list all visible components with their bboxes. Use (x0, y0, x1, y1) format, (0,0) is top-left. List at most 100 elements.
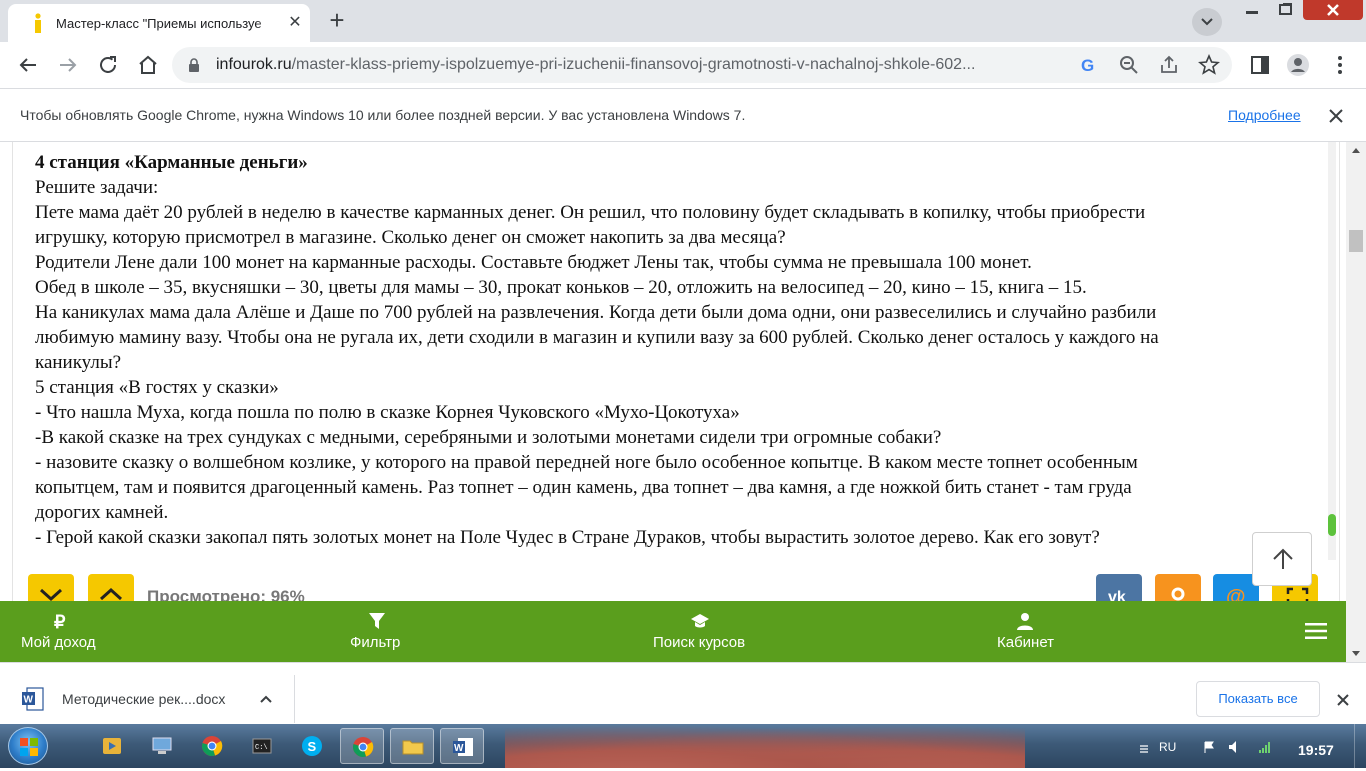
language-indicator[interactable]: RU (1159, 740, 1176, 754)
doc-line: - Что нашла Муха, когда пошла по полю в … (35, 402, 740, 423)
page-down-button[interactable] (28, 574, 74, 604)
scroll-to-top-button[interactable] (1252, 532, 1312, 586)
reload-icon[interactable] (96, 53, 120, 77)
chevron-down-icon (39, 588, 63, 602)
taskbar-chrome-active[interactable] (340, 728, 384, 764)
network-signal-icon[interactable] (1258, 740, 1272, 754)
forward-arrow-icon[interactable] (56, 53, 80, 77)
browser-toolbar: infourok.ru/master-klass-priemy-ispolzue… (0, 42, 1366, 88)
window-minimize-button[interactable] (1237, 0, 1267, 20)
address-bar[interactable]: infourok.ru/master-klass-priemy-ispolzue… (172, 47, 1232, 83)
taskbar-network[interactable] (140, 728, 184, 764)
taskbar-word[interactable]: W (440, 728, 484, 764)
svg-text:₽: ₽ (54, 612, 66, 630)
nav-label: Фильтр (350, 634, 401, 651)
vk-icon: vk (1108, 589, 1126, 606)
new-tab-button[interactable]: + (322, 7, 352, 35)
download-file-name[interactable]: Методические рек....docx (62, 691, 225, 707)
skype-icon: S (302, 736, 322, 756)
nav-filter[interactable]: Фильтр (320, 601, 440, 662)
wallpaper-fragment (505, 724, 1025, 768)
show-all-downloads-button[interactable]: Показать все (1196, 681, 1320, 717)
odnoklassniki-icon (1171, 587, 1185, 601)
close-icon[interactable] (1335, 692, 1351, 708)
word-icon: W (453, 738, 473, 756)
document-viewer[interactable]: 4 станция «Карманные деньги» Решите зада… (12, 142, 1340, 602)
doc-line: - Герой какой сказки закопал пять золоты… (35, 527, 1100, 548)
infobar-learn-more-link[interactable]: Подробнее (1228, 107, 1301, 123)
taskbar-chrome[interactable] (190, 728, 234, 764)
nav-my-income[interactable]: ₽ Мой доход (0, 601, 130, 662)
taskbar-skype[interactable]: S (290, 728, 334, 764)
url-text[interactable]: infourok.ru/master-klass-priemy-ispolzue… (216, 56, 1046, 74)
url-path: /master-klass-priemy-ispolzuemye-pri-izu… (291, 56, 976, 73)
scroll-up-arrow-icon[interactable] (1346, 142, 1366, 158)
bottom-navigation: ₽ Мой доход Фильтр Поиск курсов Кабинет (0, 601, 1346, 662)
doc-line: дорогих камней. (35, 502, 169, 523)
share-icon[interactable] (1158, 54, 1180, 76)
terminal-icon: C:\ (252, 738, 272, 754)
taskbar-terminal[interactable]: C:\ (240, 728, 284, 764)
chevron-up-icon[interactable] (258, 691, 274, 707)
tab-strip: Мастер-класс "Приемы используе ✕ + (0, 0, 1366, 42)
update-infobar: Чтобы обновлять Google Chrome, нужна Win… (0, 88, 1366, 142)
side-panel-icon[interactable] (1248, 53, 1272, 77)
computer-icon (152, 737, 172, 754)
back-arrow-icon[interactable] (16, 53, 40, 77)
nav-label: Мой доход (21, 634, 96, 651)
ruble-icon: ₽ (54, 612, 66, 630)
doc-line: любимую мамину вазу. Чтобы она не ругала… (35, 327, 1159, 348)
media-player-icon (103, 738, 121, 754)
taskbar-media-player[interactable] (90, 728, 134, 764)
browser-tab[interactable]: Мастер-класс "Приемы используе ✕ (8, 4, 310, 42)
document-scrollbar[interactable] (1328, 142, 1336, 560)
vk-share-button[interactable]: vk (1096, 574, 1142, 606)
home-icon[interactable] (136, 53, 160, 77)
download-bar: W Методические рек....docx Показать все (0, 662, 1366, 724)
page-scrollbar-thumb[interactable] (1349, 230, 1363, 252)
nav-label: Поиск курсов (653, 634, 746, 651)
tab-close-icon[interactable]: ✕ (286, 14, 304, 32)
nav-label: Кабинет (997, 634, 1055, 651)
tab-title-fade (256, 10, 278, 36)
taskbar-explorer[interactable] (390, 728, 434, 764)
arrow-up-icon (1273, 548, 1293, 569)
infobar-close-icon[interactable] (1326, 106, 1346, 126)
page-scrollbar[interactable] (1346, 142, 1366, 662)
folder-icon (402, 740, 424, 755)
windows-logo-icon (20, 738, 38, 756)
doc-line: Обед в школе – 35, вкусняшки – 30, цветы… (35, 277, 1087, 298)
tray-flag-icon[interactable] (1202, 740, 1216, 754)
bookmark-star-icon[interactable] (1198, 54, 1220, 76)
doc-line: - назовите сказку о волшебном козлике, у… (35, 452, 1138, 473)
clock[interactable]: 19:57 (1298, 742, 1334, 758)
google-translate-icon[interactable]: G (1078, 54, 1100, 76)
word-document-icon[interactable]: W (22, 687, 44, 711)
doc-line: На каникулах мама дала Алёше и Даше по 7… (35, 302, 1157, 323)
chrome-icon (202, 736, 223, 756)
lock-icon[interactable] (186, 57, 202, 73)
nav-cabinet[interactable]: Кабинет (980, 601, 1070, 662)
chevron-down-icon (1201, 18, 1213, 26)
volume-icon[interactable] (1228, 740, 1242, 754)
more-menu-icon[interactable] (1328, 53, 1352, 77)
show-desktop-button[interactable] (1354, 724, 1366, 768)
user-icon (1017, 613, 1033, 630)
page-up-button[interactable] (88, 574, 134, 604)
ok-share-button[interactable] (1155, 574, 1201, 604)
tray-expand-icon[interactable] (1137, 740, 1151, 754)
nav-course-search[interactable]: Поиск курсов (640, 601, 770, 662)
web-page: 4 станция «Карманные деньги» Решите зада… (0, 142, 1366, 662)
start-button[interactable] (8, 727, 48, 765)
profile-avatar-icon[interactable] (1286, 53, 1310, 77)
infourok-favicon-icon (35, 13, 41, 33)
zoom-icon[interactable] (1118, 54, 1140, 76)
scroll-down-arrow-icon[interactable] (1346, 646, 1366, 662)
window-close-button[interactable] (1303, 0, 1363, 20)
doc-line: копытцем, там и появится драгоценный кам… (35, 477, 1132, 498)
document-scrollbar-thumb[interactable] (1328, 514, 1336, 536)
window-restore-button[interactable] (1270, 0, 1300, 20)
tab-search-button[interactable] (1192, 8, 1222, 36)
hamburger-menu-icon[interactable] (1305, 622, 1327, 640)
url-host: infourok.ru (216, 56, 292, 73)
